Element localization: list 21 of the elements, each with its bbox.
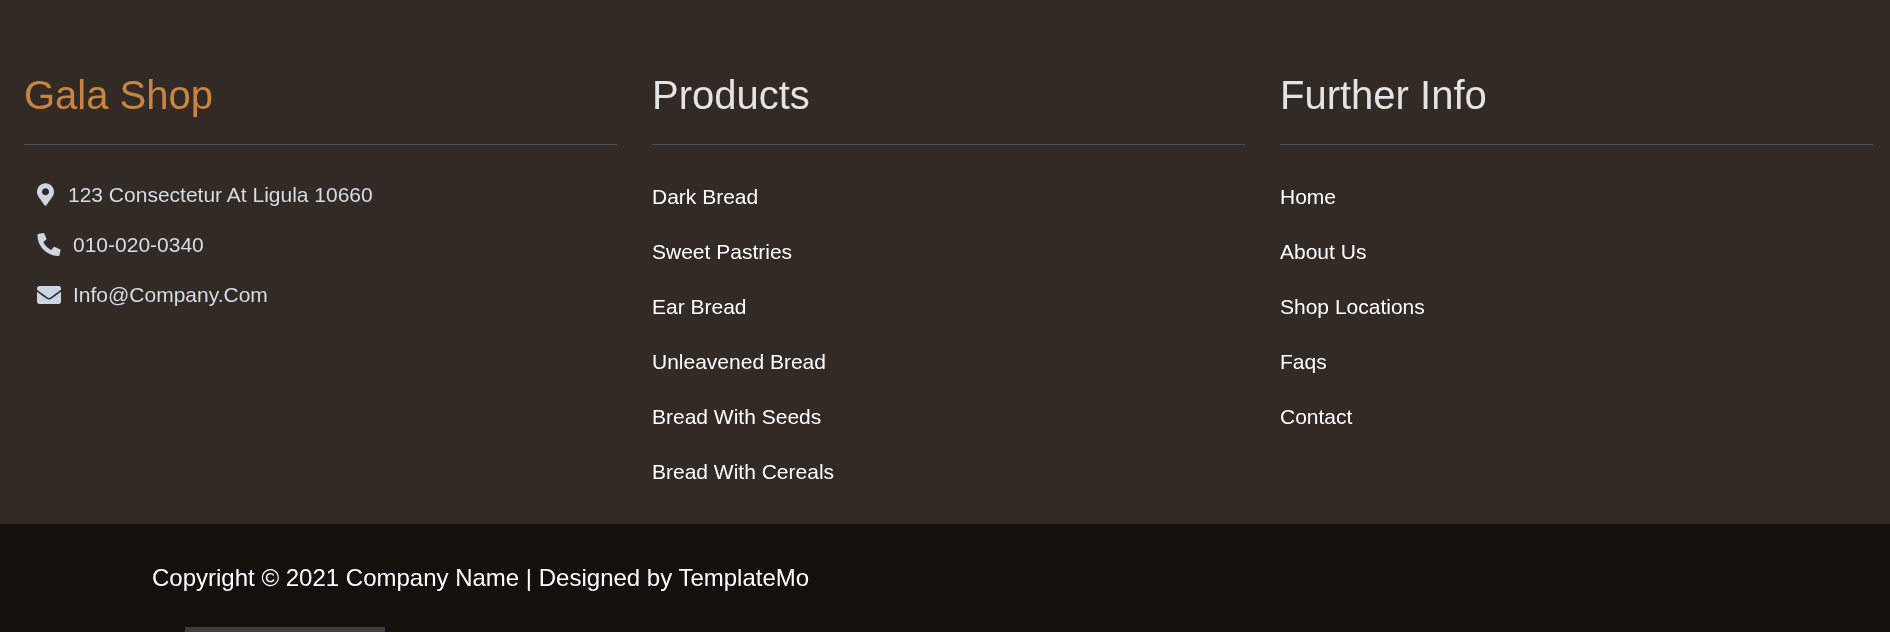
footer-link[interactable]: Home	[1280, 184, 1337, 209]
copyright-text: Copyright © 2021 Company Name | Designed by TemplateMo	[152, 563, 810, 593]
footer-link[interactable]: Ear Bread	[652, 294, 747, 319]
column-heading: Products	[652, 72, 810, 119]
envelope-icon	[37, 285, 61, 304]
map-pin-icon	[37, 183, 54, 206]
phone-link[interactable]: 010-020-0340	[73, 232, 204, 257]
phone-icon	[37, 233, 61, 256]
footer-link[interactable]: Shop Locations	[1280, 294, 1425, 319]
footer-link[interactable]: Sweet Pastries	[652, 239, 793, 264]
footer-link[interactable]: Unleavened Bread	[652, 349, 826, 374]
footer-link[interactable]: Bread With Seeds	[652, 404, 822, 429]
email-link[interactable]: Info@Company.Com	[73, 282, 268, 307]
footer-link[interactable]: About Us	[1280, 239, 1367, 264]
column-heading: Further Info	[1280, 72, 1487, 119]
footer-link[interactable]: Faqs	[1280, 349, 1327, 374]
column-heading: Gala Shop	[24, 72, 214, 119]
address-text: 123 Consectetur At Ligula 10660	[68, 182, 373, 207]
footer-link[interactable]: Contact	[1280, 404, 1353, 429]
footer-link[interactable]: Bread With Cereals	[652, 459, 835, 484]
footer-link[interactable]: Dark Bread	[652, 184, 759, 209]
